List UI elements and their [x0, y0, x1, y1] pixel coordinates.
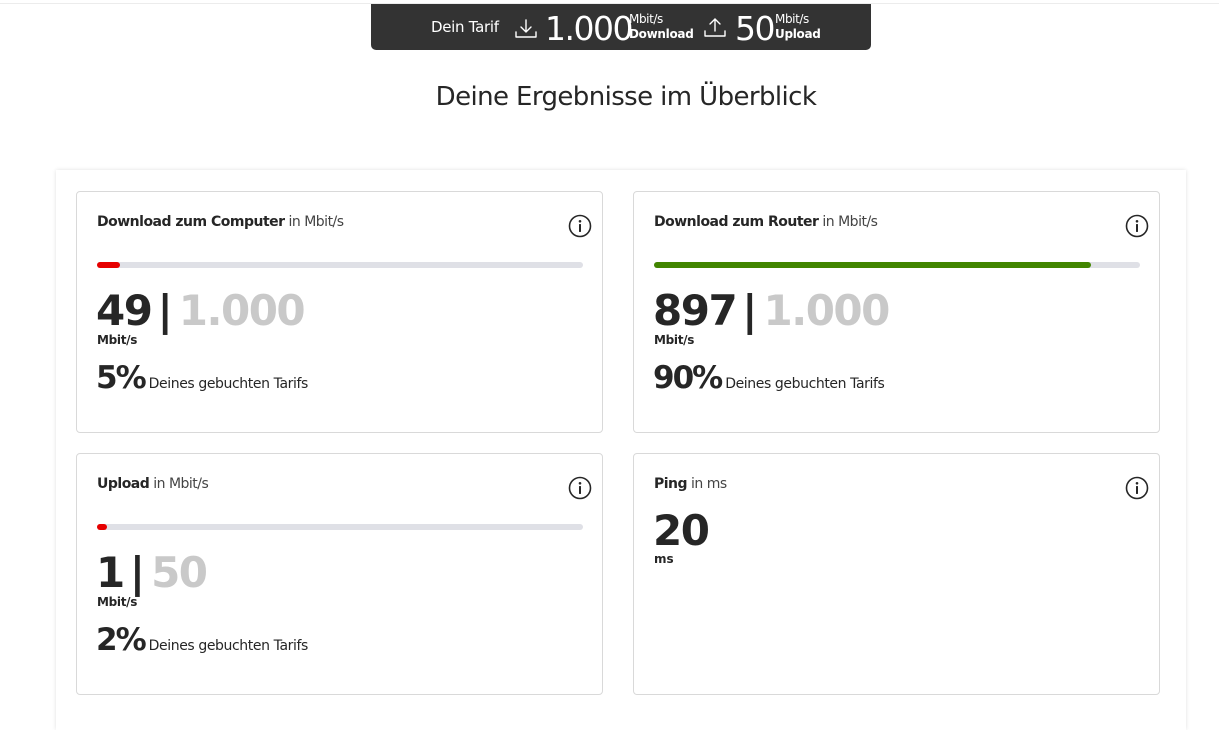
progress-fill	[97, 524, 107, 530]
value-row: 1 | 50	[96, 548, 208, 600]
card-title: Download zum Router in Mbit/s	[654, 214, 878, 230]
value-row: 897 | 1.000	[653, 286, 891, 338]
tariff-download-label: Download	[629, 27, 694, 41]
card-title: Upload in Mbit/s	[97, 476, 209, 492]
tariff-upload-label: Upload	[775, 27, 821, 41]
max-value: 50	[151, 548, 208, 597]
tariff-download-units: Mbit/s Download	[629, 12, 694, 42]
info-icon[interactable]	[1125, 214, 1149, 238]
measured-value: 49	[96, 286, 153, 335]
info-icon[interactable]	[568, 476, 592, 500]
progress-track	[97, 262, 583, 268]
card-title: Ping in ms	[654, 476, 727, 492]
card-title-bold: Upload	[97, 476, 150, 492]
value-unit: Mbit/s	[97, 333, 138, 347]
card-title-unit: in Mbit/s	[822, 214, 878, 230]
value-separator: |	[157, 286, 173, 335]
ping-unit: ms	[654, 552, 674, 566]
progress-fill	[654, 262, 1091, 268]
tariff-upload-value: 50	[735, 9, 776, 48]
card-download-computer: Download zum Computer in Mbit/s 49 | 1.000…	[76, 191, 603, 433]
card-upload: Upload in Mbit/s 1 | 50 Mbit/s 2% Deines ge…	[76, 453, 603, 695]
card-title-bold: Ping	[654, 476, 688, 492]
percent-row: 90% Deines gebuchten Tarifs	[653, 360, 885, 396]
value-separator: |	[129, 548, 146, 597]
percent-text: Deines gebuchten Tarifs	[148, 376, 309, 392]
card-title-bold: Download zum Computer	[97, 214, 285, 230]
value-unit: Mbit/s	[97, 595, 138, 609]
tariff-label: Dein Tarif	[431, 18, 499, 36]
progress-track	[97, 524, 583, 530]
progress-track	[654, 262, 1140, 268]
tariff-download-value: 1.000	[545, 9, 633, 48]
tariff-download-unit: Mbit/s	[629, 12, 663, 26]
tariff-upload-unit: Mbit/s	[775, 12, 809, 26]
card-ping: Ping in ms 20 ms	[633, 453, 1160, 695]
tariff-bar: Dein Tarif 1.000 Mbit/s Download 50 Mbit…	[371, 4, 871, 50]
info-icon[interactable]	[1125, 476, 1149, 500]
measured-value: 897	[653, 286, 738, 335]
value-row: 49 | 1.000	[96, 286, 306, 338]
download-icon	[515, 19, 537, 38]
ping-value: 20	[653, 506, 710, 555]
percent-value: 5%	[96, 360, 147, 396]
value-unit: Mbit/s	[654, 333, 695, 347]
card-title-unit: in Mbit/s	[153, 476, 209, 492]
card-title-unit: in ms	[691, 476, 727, 492]
percent-text: Deines gebuchten Tarifs	[148, 638, 309, 654]
measured-value: 1	[96, 548, 125, 597]
percent-value: 2%	[96, 622, 147, 658]
card-title: Download zum Computer in Mbit/s	[97, 214, 344, 230]
tariff-upload-units: Mbit/s Upload	[775, 12, 821, 42]
card-title-unit: in Mbit/s	[288, 214, 345, 230]
page-title: Deine Ergebnisse im Überblick	[435, 82, 817, 112]
card-title-bold: Download zum Router	[654, 214, 819, 230]
percent-row: 5% Deines gebuchten Tarifs	[96, 360, 308, 396]
max-value: 1.000	[763, 286, 891, 335]
percent-text: Deines gebuchten Tarifs	[725, 376, 885, 392]
upload-icon	[704, 18, 726, 37]
info-icon[interactable]	[568, 214, 592, 238]
value-separator: |	[742, 286, 758, 335]
percent-row: 2% Deines gebuchten Tarifs	[96, 622, 308, 658]
max-value: 1.000	[178, 286, 306, 335]
progress-fill	[97, 262, 120, 268]
card-download-router: Download zum Router in Mbit/s 897 | 1.000 …	[633, 191, 1160, 433]
percent-value: 90%	[653, 360, 723, 396]
